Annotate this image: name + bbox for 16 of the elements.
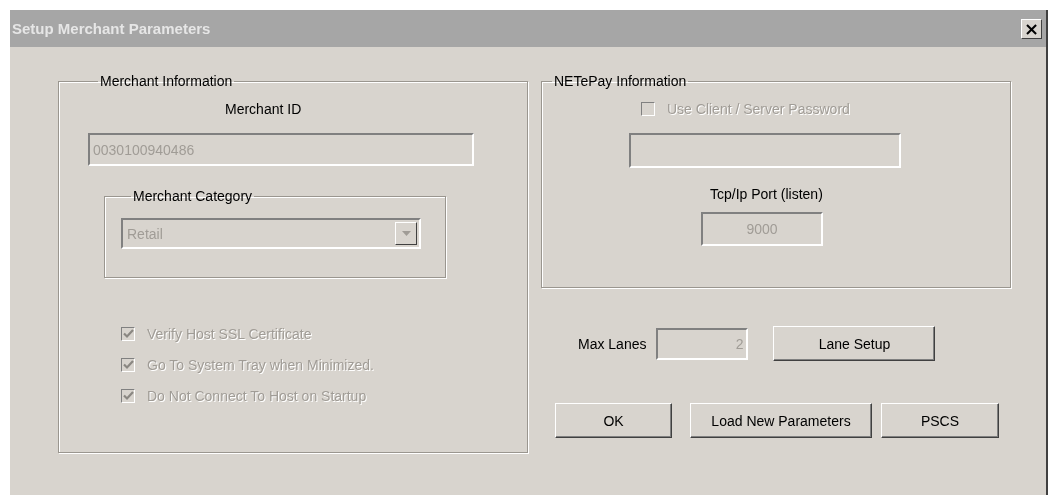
checkbox-label: Use Client / Server Password: [667, 101, 850, 117]
field-label: Merchant ID: [225, 101, 302, 117]
dialog-button[interactable]: Load New Parameters: [690, 403, 872, 438]
checkbox-label: Go To System Tray when Minimized.: [147, 357, 374, 373]
group-legend: Merchant Information: [98, 73, 235, 89]
checkbox-label: Verify Host SSL Certificate: [147, 326, 312, 342]
field-label: Tcp/Ip Port (listen): [710, 186, 823, 202]
lane-setup-button[interactable]: Lane Setup: [773, 326, 936, 361]
close-button[interactable]: ×: [1021, 18, 1042, 39]
dialog-button[interactable]: PSCS: [881, 403, 999, 438]
group-legend: NETePay Information: [552, 73, 689, 89]
group-legend: Merchant Category: [131, 188, 255, 204]
field-label: Max Lanes: [578, 335, 647, 352]
dialog-button[interactable]: OK: [555, 403, 672, 438]
checkbox-label: Do Not Connect To Host on Startup: [147, 388, 367, 404]
window-title: Setup Merchant Parameters: [12, 20, 211, 37]
